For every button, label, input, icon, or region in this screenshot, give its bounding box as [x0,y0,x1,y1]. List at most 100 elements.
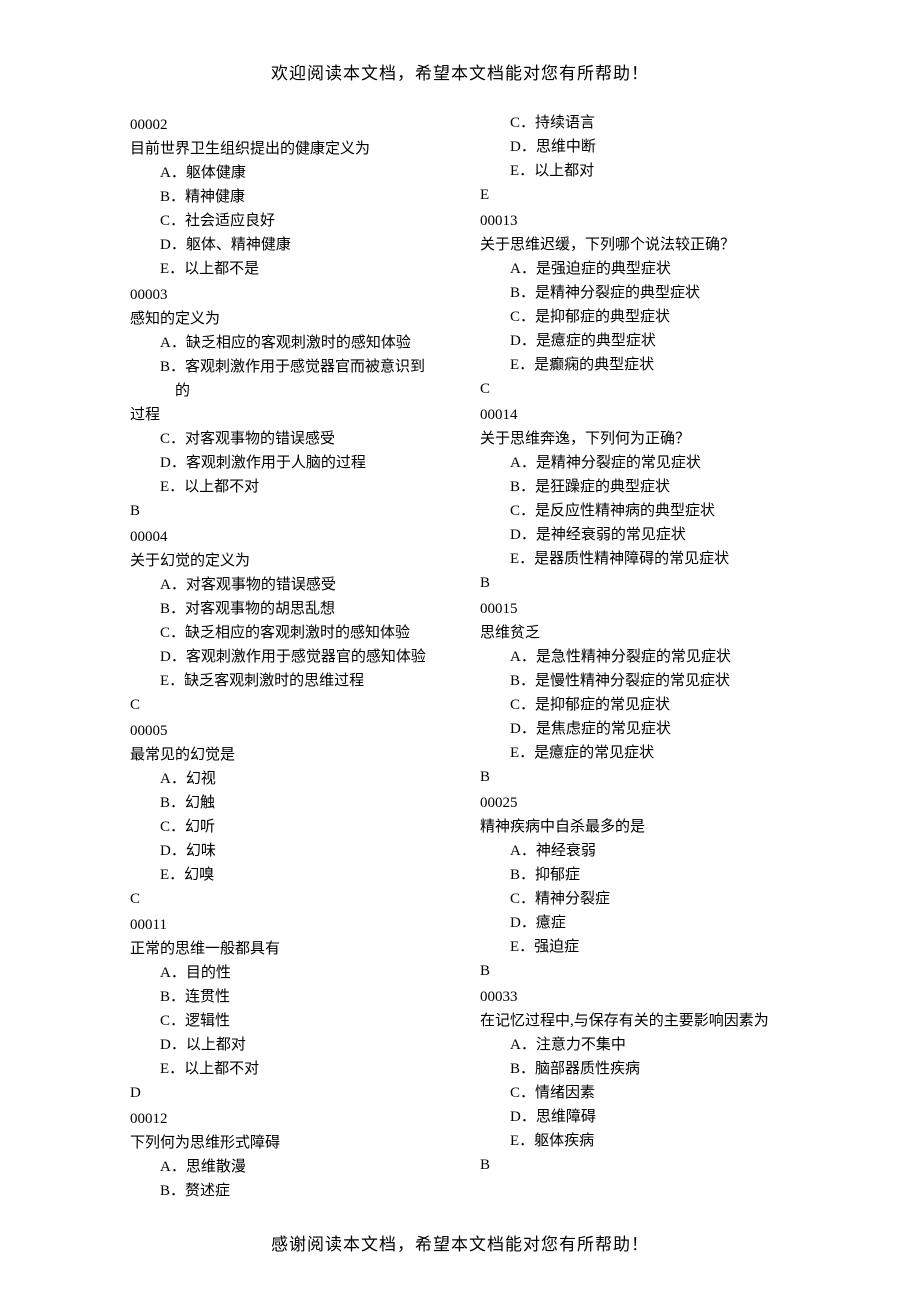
option-letter: E． [160,479,184,495]
option-letter: D． [160,237,186,253]
option-letter: A． [510,843,536,859]
option-c: C．缺乏相应的客观刺激时的感知体验 [145,621,440,645]
option-a: A．思维散漫 [145,1155,440,1179]
option-text: 精神分裂症 [535,891,610,907]
option-text: 以上都对 [534,163,594,179]
option-b: B．是慢性精神分裂症的常见症状 [495,669,790,693]
option-text: 缺乏相应的客观刺激时的感知体验 [185,625,410,641]
option-text: 是精神分裂症的典型症状 [535,285,700,301]
question-stem: 关于思维迟缓，下列哪个说法较正确？ [480,233,790,257]
question-id: 00003 [130,283,440,307]
option-text: 以上都对 [186,1037,246,1053]
option-b: B．对客观事物的胡思乱想 [145,597,440,621]
option-d: D．是焦虑症的常见症状 [495,717,790,741]
option-text: 是反应性精神病的典型症状 [535,503,715,519]
option-letter: C． [510,891,535,907]
option-letter: C． [510,115,535,131]
option-d: D．是癔症的典型症状 [495,329,790,353]
option-text: 幻触 [185,795,215,811]
option-text: 幻视 [186,771,216,787]
option-e: E．强迫症 [495,935,790,959]
option-text: 客观刺激作用于感觉器官的感知体验 [186,649,426,665]
option-text: 缺乏客观刺激时的思维过程 [184,673,364,689]
option-text: 思维散漫 [186,1159,246,1175]
option-letter: C． [510,697,535,713]
option-c: C．是抑郁症的常见症状 [495,693,790,717]
question-stem: 最常见的幻觉是 [130,743,440,767]
option-text: 思维中断 [536,139,596,155]
option-text: 以上都不是 [184,261,259,277]
option-letter: B． [160,795,185,811]
option-text: 是强迫症的典型症状 [536,261,671,277]
option-text: 是器质性精神障碍的常见症状 [534,551,729,567]
option-text: 是癔症的典型症状 [536,333,656,349]
option-b: B．客观刺激作用于感觉器官而被意识到的 [145,355,440,403]
question-stem: 关于思维奔逸，下列何为正确？ [480,427,790,451]
option-text: 脑部器质性疾病 [535,1061,640,1077]
option-letter: A． [160,771,186,787]
option-b: B．是狂躁症的典型症状 [495,475,790,499]
option-e: E．是器质性精神障碍的常见症状 [495,547,790,571]
option-e: E．以上都不是 [145,257,440,281]
question-id: 00015 [480,597,790,621]
option-text: 赘述症 [185,1183,230,1199]
option-e: E．是癔症的常见症状 [495,741,790,765]
question-stem: 在记忆过程中,与保存有关的主要影响因素为 [480,1009,790,1033]
option-letter: C． [160,431,185,447]
question-id: 00033 [480,985,790,1009]
answer: E [480,183,790,207]
option-letter: E． [510,357,534,373]
option-letter: C． [510,503,535,519]
option-a: A．躯体健康 [145,161,440,185]
option-letter: D． [160,843,186,859]
option-a: A．注意力不集中 [495,1033,790,1057]
option-e: E．幻嗅 [145,863,440,887]
option-text: 以上都不对 [184,479,259,495]
option-a: A．是强迫症的典型症状 [495,257,790,281]
question-id: 00004 [130,525,440,549]
question-id: 00005 [130,719,440,743]
option-text: 客观刺激作用于感觉器官而被意识到的 [175,359,425,399]
question-stem: 感知的定义为 [130,307,440,331]
option-text: 情绪因素 [535,1085,595,1101]
option-letter: A． [510,649,536,665]
option-letter: A． [510,1037,536,1053]
option-a: A．是精神分裂症的常见症状 [495,451,790,475]
page-footer: 感谢阅读本文档，希望本文档能对您有所帮助！ [0,1231,920,1258]
option-a: A．幻视 [145,767,440,791]
option-letter: B． [160,1183,185,1199]
option-text: 持续语言 [535,115,595,131]
option-letter: A． [510,261,536,277]
option-letter: D． [160,455,186,471]
option-b: B．赘述症 [145,1179,440,1203]
option-e: E．是癫痫的典型症状 [495,353,790,377]
option-c: C．社会适应良好 [145,209,440,233]
option-letter: E． [510,163,534,179]
question-stem: 目前世界卫生组织提出的健康定义为 [130,137,440,161]
option-letter: B． [160,989,185,1005]
option-text: 强迫症 [534,939,579,955]
option-text: 抑郁症 [535,867,580,883]
option-d: D．思维中断 [495,135,790,159]
option-letter: C． [160,819,185,835]
option-text: 是癔症的常见症状 [534,745,654,761]
option-letter: E． [160,261,184,277]
option-letter: E． [510,551,534,567]
option-text: 是焦虑症的常见症状 [536,721,671,737]
option-c: C．幻听 [145,815,440,839]
option-letter: B． [160,359,185,375]
question-id: 00011 [130,913,440,937]
option-text: 是慢性精神分裂症的常见症状 [535,673,730,689]
option-e: E．躯体疾病 [495,1129,790,1153]
answer: C [480,377,790,401]
option-letter: C． [160,1013,185,1029]
option-c: C．情绪因素 [495,1081,790,1105]
option-letter: C． [160,213,185,229]
option-letter: E． [160,867,184,883]
option-letter: E． [510,939,534,955]
option-text: 躯体、精神健康 [186,237,291,253]
option-text: 对客观事物的错误感受 [186,577,336,593]
option-text: 是狂躁症的典型症状 [535,479,670,495]
option-text: 是抑郁症的常见症状 [535,697,670,713]
option-text: 以上都不对 [184,1061,259,1077]
